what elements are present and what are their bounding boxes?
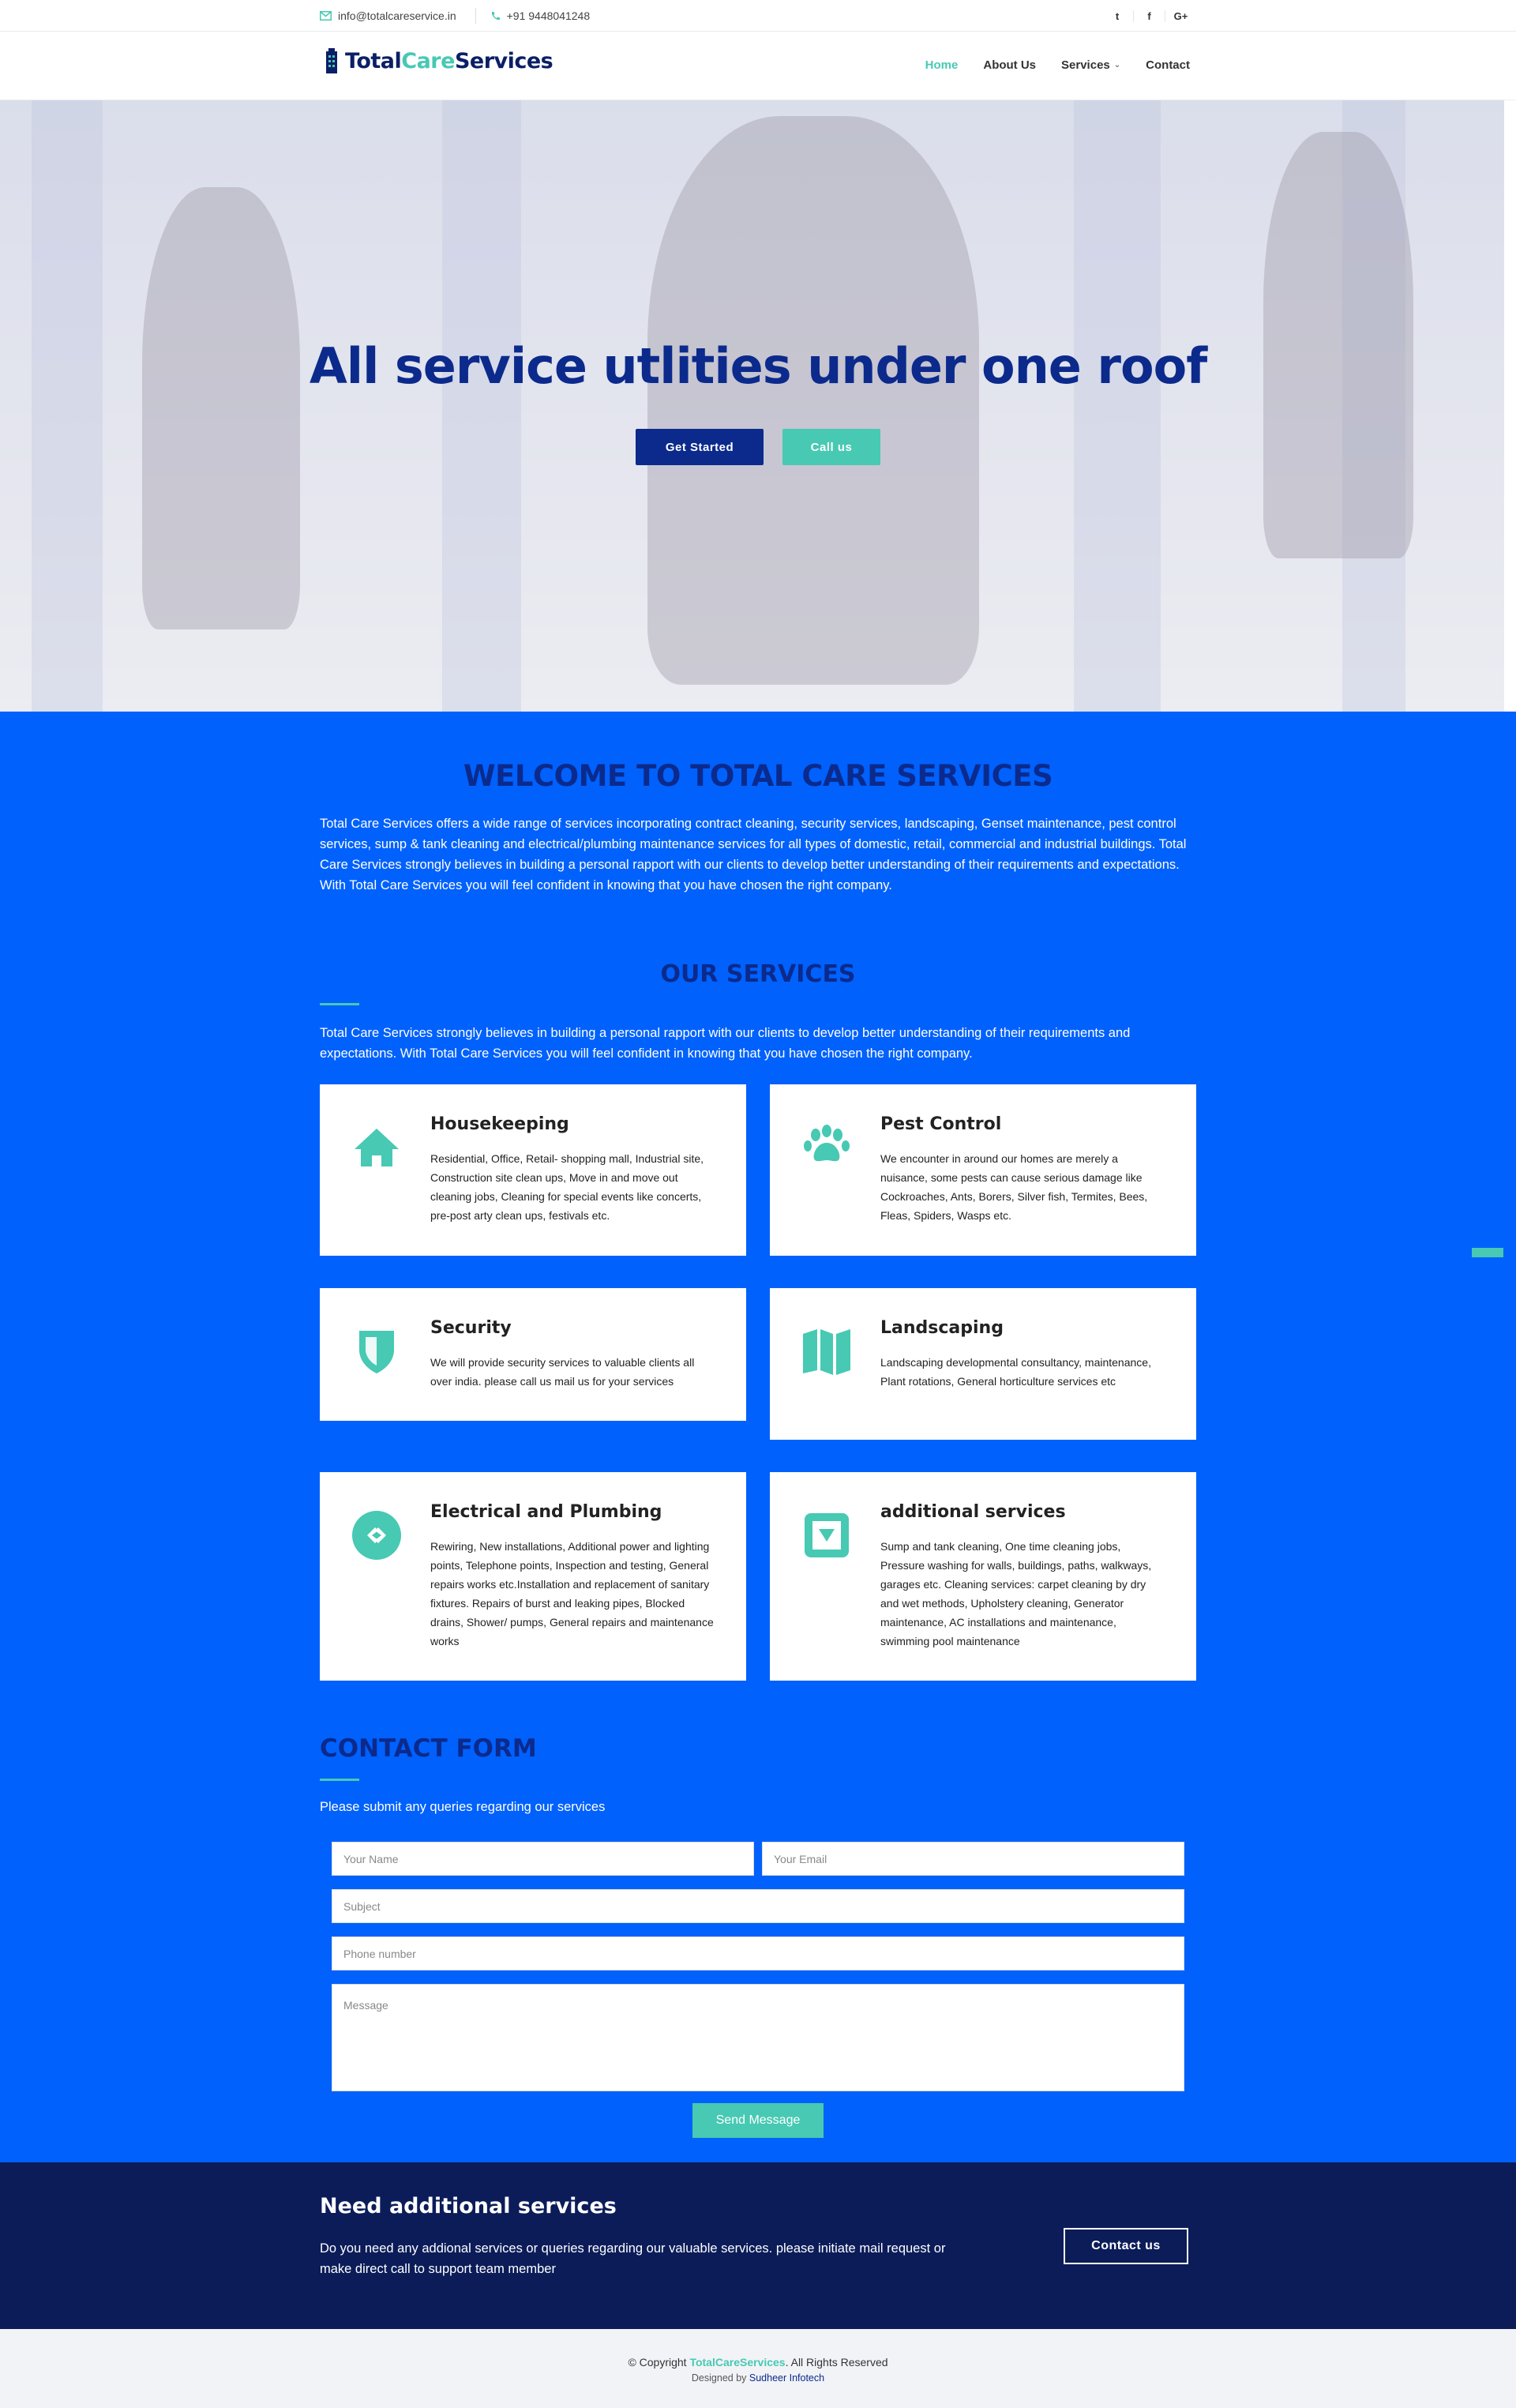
message-field[interactable]: Message — [332, 1984, 1184, 2091]
cta-title: Need additional services — [320, 2194, 617, 2218]
designed-prefix: Designed by — [691, 2372, 749, 2384]
service-card-housekeeping[interactable]: Housekeeping Residential, Office, Retail… — [320, 1084, 746, 1256]
logo-text-total: Total — [345, 48, 402, 73]
service-description: We will provide security services to val… — [430, 1356, 695, 1388]
name-field[interactable]: Your Name — [332, 1842, 754, 1876]
nav-home[interactable]: Home — [925, 58, 959, 72]
service-description: Residential, Office, Retail- shopping ma… — [430, 1152, 704, 1222]
hero-title: All service utlities under one roof — [309, 337, 1207, 395]
email-contact[interactable]: info@totalcareservice.in — [320, 9, 456, 22]
nav-services[interactable]: Services ⌄ — [1061, 58, 1120, 72]
service-card-security[interactable]: Security We will provide security servic… — [320, 1288, 746, 1421]
map-icon — [803, 1329, 850, 1375]
service-description: We encounter in around our homes are mer… — [880, 1152, 1148, 1222]
email-field[interactable]: Your Email — [762, 1842, 1184, 1876]
services-underline — [320, 1003, 359, 1005]
get-started-button[interactable]: Get Started — [636, 429, 764, 465]
logo-text-care: Care — [401, 48, 455, 73]
service-card-additional[interactable]: additional services Sump and tank cleani… — [770, 1472, 1196, 1681]
site-header: Total Care Services Home About Us Services… — [0, 32, 1516, 100]
building-icon — [326, 48, 337, 73]
contact-form-title: CONTACT FORM — [320, 1734, 537, 1763]
copyright-line: © Copyright TotalCareServices. All Right… — [0, 2356, 1516, 2369]
chevron-down-icon: ⌄ — [1113, 61, 1121, 69]
service-title: additional services — [880, 1502, 1066, 1522]
phone-text: +91 9448041248 — [506, 9, 591, 22]
hero-buttons: Get Started Call us — [0, 429, 1516, 465]
contact-underline — [320, 1779, 359, 1781]
send-message-button[interactable]: Send Message — [692, 2103, 824, 2138]
footer-brand-link[interactable]: TotalCareServices — [689, 2356, 785, 2369]
service-title: Landscaping — [880, 1318, 1004, 1338]
welcome-text: Total Care Services offers a wide range … — [320, 817, 1187, 892]
logo-text-services: Services — [454, 48, 553, 73]
welcome-title: WELCOME TO TOTAL CARE SERVICES — [463, 759, 1053, 793]
service-title: Security — [430, 1318, 512, 1338]
designer-line: Designed by Sudheer Infotech — [0, 2372, 1516, 2384]
facebook-icon[interactable]: f — [1133, 9, 1165, 22]
hero-overlay — [0, 100, 1504, 712]
call-us-button[interactable]: Call us — [782, 429, 880, 465]
cta-section: Need additional services Do you need any… — [0, 2162, 1516, 2329]
nav-services-label: Services — [1061, 58, 1110, 72]
envelope-icon — [320, 11, 332, 21]
service-description: Landscaping developmental consultancy, m… — [880, 1356, 1151, 1388]
twitter-icon[interactable]: t — [1101, 10, 1133, 22]
copyright-prefix: © Copyright — [628, 2356, 690, 2369]
service-title: Pest Control — [880, 1114, 1002, 1134]
service-description: Sump and tank cleaning, One time cleanin… — [880, 1540, 1152, 1647]
service-title: Housekeeping — [430, 1114, 569, 1134]
divider — [475, 8, 476, 24]
services-title: OUR SERVICES — [660, 960, 856, 988]
hero-banner — [0, 100, 1504, 712]
subject-field[interactable]: Subject — [332, 1889, 1184, 1923]
shield-icon — [359, 1331, 394, 1373]
social-links: t f G+ — [1101, 9, 1196, 22]
home-icon — [355, 1129, 399, 1166]
service-title: Electrical and Plumbing — [430, 1502, 662, 1522]
nav-contact[interactable]: Contact — [1146, 58, 1190, 72]
paw-icon — [804, 1125, 850, 1162]
nav-about[interactable]: About Us — [983, 58, 1036, 72]
link-icon — [352, 1511, 401, 1560]
phone-field[interactable]: Phone number — [332, 1937, 1184, 1970]
cta-text: Do you need any addional services or que… — [320, 2241, 946, 2276]
phone-contact[interactable]: +91 9448041248 — [490, 9, 591, 22]
contact-subtitle: Please submit any queries regarding our … — [320, 1800, 606, 1814]
phone-icon — [491, 11, 500, 20]
contact-us-button[interactable]: Contact us — [1064, 2228, 1188, 2264]
services-intro: Total Care Services strongly believes in… — [320, 1026, 1131, 1061]
google-plus-icon[interactable]: G+ — [1165, 9, 1196, 22]
service-card-pest-control[interactable]: Pest Control We encounter in around our … — [770, 1084, 1196, 1256]
side-floating-tab[interactable] — [1472, 1248, 1503, 1257]
main-nav: Home About Us Services ⌄ Contact — [900, 58, 1190, 72]
site-footer: © Copyright TotalCareServices. All Right… — [0, 2329, 1516, 2408]
designer-link[interactable]: Sudheer Infotech — [749, 2372, 824, 2384]
site-logo[interactable]: Total Care Services — [324, 48, 553, 73]
copyright-suffix: . All Rights Reserved — [785, 2356, 888, 2369]
top-bar: info@totalcareservice.in +91 9448041248 … — [0, 0, 1516, 32]
service-card-electrical-plumbing[interactable]: Electrical and Plumbing Rewiring, New in… — [320, 1472, 746, 1681]
email-text: info@totalcareservice.in — [338, 9, 456, 22]
service-card-landscaping[interactable]: Landscaping Landscaping developmental co… — [770, 1288, 1196, 1440]
service-description: Rewiring, New installations, Additional … — [430, 1540, 714, 1647]
caret-down-square-icon — [805, 1513, 849, 1557]
